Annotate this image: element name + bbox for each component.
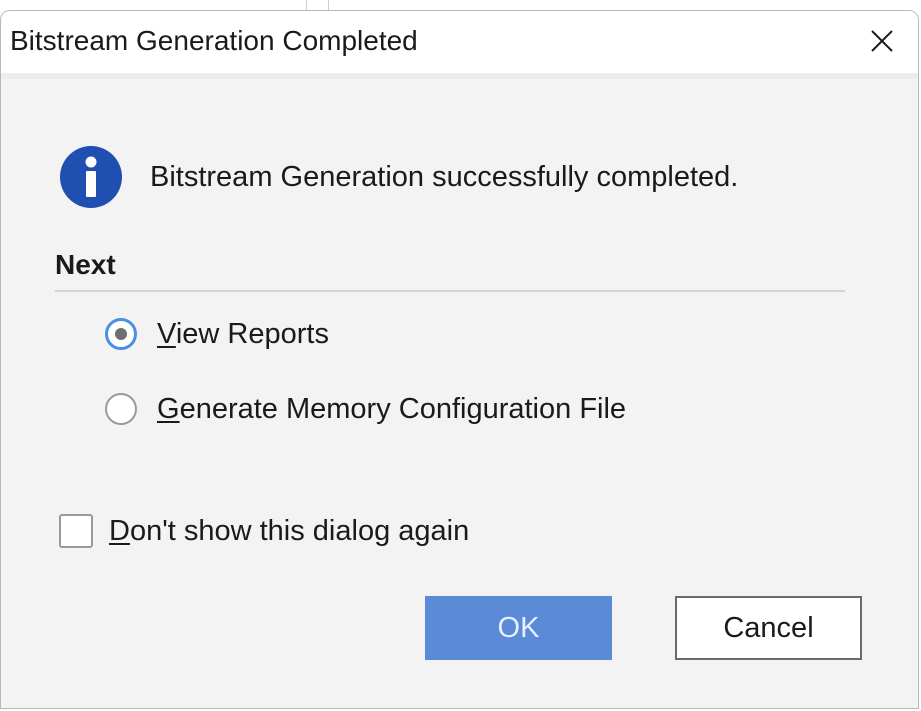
label-rest: enerate Memory Configuration File (179, 392, 627, 425)
label-rest: on't show this dialog again (129, 514, 470, 547)
status-message: Bitstream Generation successfully comple… (150, 161, 739, 193)
radio-button-checked[interactable] (105, 318, 137, 350)
dialog-title: Bitstream Generation Completed (10, 25, 418, 56)
label-rest: iew Reports (175, 317, 329, 350)
title-bar: Bitstream Generation Completed (1, 11, 918, 74)
bitstream-dialog: Bitstream Generation Completed Bitstream… (0, 10, 919, 709)
mnemonic-letter: D (109, 514, 130, 547)
close-icon (871, 30, 893, 52)
cancel-button[interactable]: Cancel (675, 596, 862, 660)
section-title-next: Next (55, 249, 116, 280)
radio-label-view-reports: View Reports (157, 318, 329, 351)
info-icon (60, 146, 122, 208)
dont-show-again-row[interactable]: Don't show this dialog again (59, 511, 469, 551)
radio-button-unchecked[interactable] (105, 393, 137, 425)
close-button[interactable] (862, 21, 902, 61)
radio-view-reports[interactable]: View Reports (105, 314, 329, 354)
dont-show-again-checkbox[interactable] (59, 514, 93, 548)
radio-generate-memory-config[interactable]: Generate Memory Configuration File (105, 389, 626, 429)
radio-label-generate-memory-config: Generate Memory Configuration File (157, 393, 626, 426)
mnemonic-letter: V (157, 317, 176, 350)
dont-show-again-label: Don't show this dialog again (109, 515, 469, 548)
section-divider (55, 290, 845, 292)
ok-button[interactable]: OK (425, 596, 612, 660)
title-separator (1, 73, 918, 79)
mnemonic-letter: G (157, 392, 180, 425)
radio-dot (115, 328, 127, 340)
